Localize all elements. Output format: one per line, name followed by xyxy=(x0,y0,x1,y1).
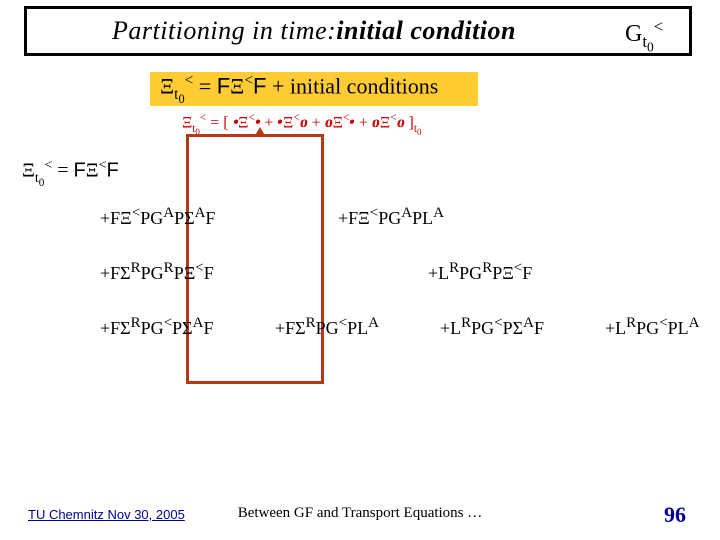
eq-row-2b: +LRPGRPΞ<F xyxy=(428,260,532,284)
eq-row-2a: +FΣRPGRPΞ<F xyxy=(100,260,214,284)
title-emph: initial condition xyxy=(336,16,516,46)
title-symbol: Gt0< xyxy=(625,17,663,55)
eq-xi: Ξt0< = FΞ<F xyxy=(22,158,119,188)
page-number: 96 xyxy=(664,502,686,528)
eq-row-3d: +LRPG<PLA xyxy=(605,315,700,339)
eq-main: Ξt0< = FΞ<F + initial conditions xyxy=(160,72,438,107)
eq-row-1b: +FΞ<PGAPLA xyxy=(338,205,444,229)
footer-title: Between GF and Transport Equations … xyxy=(0,505,720,522)
highlight-frame xyxy=(186,134,324,384)
eq-row-3c: +LRPG<PΣAF xyxy=(440,315,544,339)
eq-row-1a: +FΞ<PGAPΣAF xyxy=(100,205,215,229)
eq-row-3a: +FΣRPG<PΣAF xyxy=(100,315,214,339)
title-prefix: Partitioning in time: xyxy=(112,16,336,46)
title-box: Partitioning in time: initial condition … xyxy=(24,6,692,56)
eq-row-3b: +FΣRPG<PLA xyxy=(275,315,379,339)
